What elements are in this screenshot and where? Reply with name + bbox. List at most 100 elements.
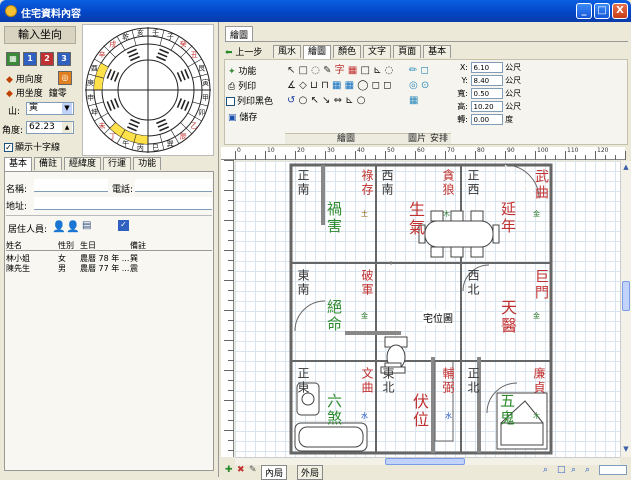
- tab-draw[interactable]: 繪圖: [303, 45, 332, 59]
- show-cross-checkbox[interactable]: ✓ 顯示十字線: [4, 140, 60, 153]
- use-facing-option[interactable]: ◆ 用向度: [6, 72, 43, 85]
- tab-fortune[interactable]: 行運: [103, 157, 132, 170]
- rotate-input[interactable]: 0.00: [470, 114, 503, 125]
- ruler-tick: [275, 155, 276, 160]
- angle-spinner[interactable]: 62.23 ▲: [26, 121, 74, 134]
- zoom-fit-icon[interactable]: □: [557, 465, 566, 475]
- vertical-scrollbar[interactable]: ▲ ▼: [620, 161, 631, 457]
- x-input[interactable]: 6.10: [470, 62, 503, 73]
- tab-function[interactable]: 功能: [133, 157, 162, 170]
- undo-button[interactable]: ⬅ 上一步: [225, 45, 262, 58]
- horizontal-scrollbar[interactable]: [235, 457, 620, 465]
- ruler-tick: [445, 151, 446, 160]
- plan-label: 絕命: [325, 299, 343, 333]
- grid-view-icon[interactable]: ▦: [6, 52, 20, 66]
- print-button[interactable]: ⎙ 列印: [228, 79, 256, 92]
- table-row[interactable]: 陳先生 男 農曆 77 年 ... 震: [6, 263, 212, 273]
- table-row[interactable]: 林小姐 女 農曆 78 年 ... 巽: [6, 253, 212, 263]
- ruler-label: 40: [357, 147, 365, 154]
- printer-icon: ⎙: [228, 82, 236, 92]
- compass-label: 丙: [137, 144, 144, 152]
- ruler-tick: [224, 190, 234, 191]
- width-input[interactable]: 0.50: [470, 88, 503, 99]
- mountain-select[interactable]: 寅 ▼: [26, 102, 74, 115]
- compass-label: 丁: [109, 133, 116, 141]
- residents-table-header: 姓名 性別 生日 備註: [6, 240, 212, 251]
- confirm-icon[interactable]: ✓: [118, 220, 129, 231]
- spin-icon[interactable]: ▲: [62, 122, 72, 133]
- num-3-icon[interactable]: 3: [57, 52, 71, 66]
- zoom-reset-icon[interactable]: ⌕: [585, 465, 590, 475]
- plan-label: 延年: [499, 201, 517, 235]
- element-label: 木: [443, 210, 450, 218]
- ruler-tick: [355, 151, 356, 160]
- delete-page-icon[interactable]: ✖: [237, 465, 245, 475]
- edit-page-icon[interactable]: ✎: [249, 465, 257, 475]
- back-arrow-icon: ⬅: [225, 48, 233, 58]
- plan-label: 破軍: [360, 269, 374, 297]
- print-black-checkbox[interactable]: 列印黑色: [226, 94, 273, 107]
- zoom-out-icon[interactable]: ⌕: [571, 465, 576, 475]
- mountain-label: 山:: [8, 107, 21, 117]
- phone-input[interactable]: [135, 179, 212, 192]
- address-input[interactable]: [34, 197, 212, 210]
- image-icon: ▦: [409, 95, 419, 106]
- tab-text[interactable]: 文字: [363, 45, 392, 58]
- ruler-tick: [224, 370, 234, 371]
- chevron-up-icon[interactable]: ▲: [622, 163, 630, 171]
- checkbox-icon: [226, 97, 235, 106]
- tab-latlong[interactable]: 經緯度: [64, 157, 102, 170]
- luopan-svg: 壬子癸丑艮寅甲卯乙辰巽巳丙午丁未坤申庚酉辛戌乾亥: [85, 27, 211, 153]
- tab-basic-settings[interactable]: 基本: [423, 45, 452, 58]
- tab-fengshui[interactable]: 風水: [273, 45, 302, 58]
- compass-label: 乙: [191, 122, 198, 130]
- ruler-label: 30: [327, 147, 335, 154]
- angle-label: 角度:: [2, 126, 24, 136]
- drawing-tools[interactable]: ↖ □ ◌ ✎ 字 ▦ □ ⊾ ◌ ∡ ◇ ⊔ ⊓ ▦ ▦ ◯ ◻ ◻ ↺ ○ …: [287, 63, 407, 113]
- compass-chart[interactable]: 壬子癸丑艮寅甲卯乙辰巽巳丙午丁未坤申庚酉辛戌乾亥: [82, 24, 214, 156]
- compass-label: 午: [122, 139, 129, 148]
- plan-label: 東北: [381, 367, 395, 395]
- maximize-button[interactable]: □: [594, 3, 610, 19]
- chevron-down-icon[interactable]: ▼: [622, 445, 630, 453]
- height-input[interactable]: 10.20: [470, 101, 503, 112]
- num-1-icon[interactable]: 1: [23, 52, 37, 66]
- scrollbar-thumb[interactable]: [622, 281, 630, 311]
- chevron-down-icon[interactable]: ▼: [62, 103, 72, 114]
- use-sitting-option[interactable]: ◆ 用坐度 鐘零: [6, 86, 67, 99]
- compass-label: 坤: [91, 108, 98, 117]
- compass-label: 癸: [180, 39, 187, 48]
- add-page-icon[interactable]: ✚: [225, 465, 233, 475]
- tab-basic[interactable]: 基本: [4, 157, 33, 171]
- ruler-tick: [535, 151, 536, 160]
- ruler-tick: [285, 155, 286, 160]
- function-button[interactable]: ✦ 功能: [228, 64, 256, 77]
- y-input[interactable]: 8.40: [470, 75, 503, 86]
- tab-inner[interactable]: 內局: [261, 465, 288, 480]
- image-tools[interactable]: ✏ ◻ ◎ ⊙ ▦: [409, 63, 449, 113]
- num-2-icon[interactable]: 2: [40, 52, 54, 66]
- compass-label: 壬: [152, 28, 159, 37]
- ruler-tick: [228, 390, 234, 391]
- scrollbar-thumb[interactable]: [385, 458, 465, 465]
- save-button[interactable]: ▣ 儲存: [228, 110, 257, 123]
- tab-drawing[interactable]: 繪圖: [225, 26, 254, 42]
- edit-person-icon[interactable]: ▤: [82, 220, 91, 231]
- add-person-icon[interactable]: 👤: [52, 220, 66, 233]
- close-button[interactable]: X: [612, 3, 628, 19]
- minimize-button[interactable]: _: [576, 3, 592, 19]
- orientation-heading: 輸入坐向: [4, 26, 76, 44]
- tab-notes[interactable]: 備註: [34, 157, 63, 170]
- right-panel: 繪圖 ⬅ 上一步 風水 繪圖 顏色 文字 頁面 基本 ✦ 功能 ⎙ 列印 列印黑…: [221, 22, 631, 480]
- compass-label: 巽: [167, 140, 174, 148]
- name-input[interactable]: [34, 179, 108, 192]
- zoom-in-icon[interactable]: ⌕: [543, 465, 548, 475]
- ruler-tick: [575, 155, 576, 160]
- tab-page[interactable]: 頁面: [393, 45, 422, 58]
- zoom-input[interactable]: [599, 465, 627, 475]
- tab-outer[interactable]: 外局: [297, 465, 324, 480]
- tab-color[interactable]: 顏色: [333, 45, 362, 58]
- drawing-canvas[interactable]: 正南 祿存 西南 貪狼 正西 武曲 禍害 生氣 延年 東南 破軍 西北 巨門 絕命 天醫 正東 文曲 東北 輔弼 正北…: [235, 161, 620, 457]
- compass-icon[interactable]: ◎: [58, 71, 72, 85]
- remove-person-icon[interactable]: 👤: [66, 220, 80, 233]
